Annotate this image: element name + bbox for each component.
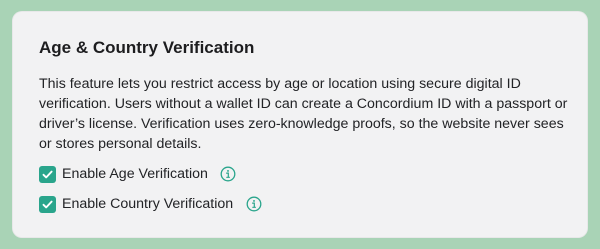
age-verification-option: Enable Age Verification [39,164,237,184]
country-verification-option: Enable Country Verification [39,194,262,214]
card-description: This feature lets you restrict access by… [39,76,568,152]
card-title: Age & Country Verification [39,38,255,57]
checkmark-icon [42,200,53,208]
country-verification-checkbox[interactable] [39,195,56,213]
age-verification-label[interactable]: Enable Age Verification [62,166,208,182]
info-icon[interactable] [220,166,237,183]
info-icon[interactable] [245,196,262,213]
verification-card: Age & Country Verification This feature … [12,11,588,238]
checkmark-icon [42,170,53,178]
verification-card-frame: Age & Country Verification This feature … [12,11,588,238]
age-verification-checkbox[interactable] [39,165,56,183]
country-verification-label[interactable]: Enable Country Verification [62,196,233,212]
